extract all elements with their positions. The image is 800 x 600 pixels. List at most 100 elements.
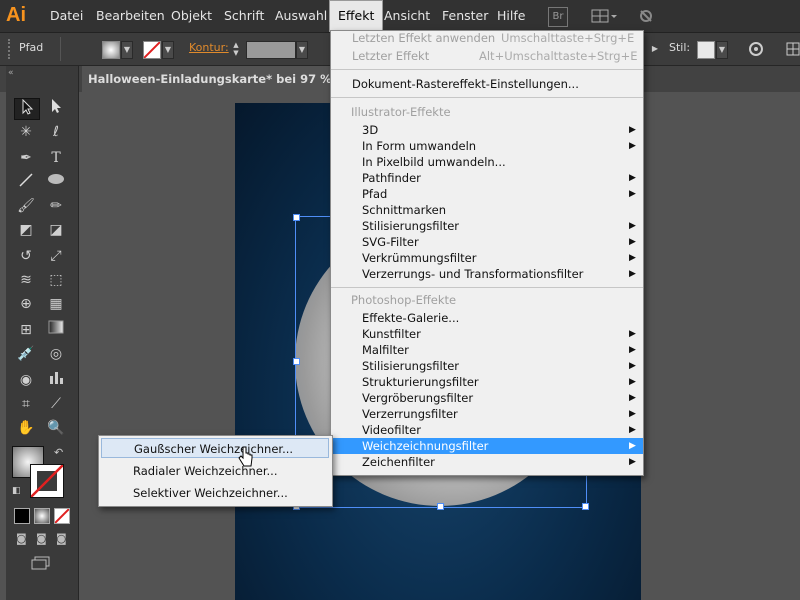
menu-item-stilisierungsfilter-ai[interactable]: Stilisierungsfilter ▶ — [331, 218, 643, 234]
chevron-right-icon[interactable]: ▶ — [650, 41, 660, 57]
magic-wand-tool-icon[interactable]: ✳ — [14, 122, 38, 142]
none-mode-icon[interactable] — [54, 508, 70, 524]
stroke-label[interactable]: Kontur: — [189, 41, 229, 54]
menu-item-label: Gaußscher Weichzeichner... — [134, 442, 294, 456]
eyedropper-tool-icon[interactable]: 💉 — [14, 344, 38, 364]
bridge-icon[interactable]: Br — [548, 7, 568, 27]
draw-normal-icon[interactable]: ◙ — [16, 532, 27, 545]
screen-mode-icon[interactable] — [30, 556, 52, 570]
menu-item-schnittmarken[interactable]: Schnittmarken — [331, 202, 643, 218]
menu-item-verzerrungsfilter[interactable]: Verzerrungsfilter ▶ — [331, 406, 643, 422]
menu-item-vergroeberungsfilter[interactable]: Vergröberungsfilter ▶ — [331, 390, 643, 406]
shape-builder-tool-icon[interactable]: ⊕ — [14, 294, 38, 314]
chevron-down-icon[interactable]: ▼ — [162, 41, 174, 59]
menu-hilfe[interactable]: Hilfe — [489, 0, 533, 32]
menu-item-in-form-umwandeln[interactable]: In Form umwandeln ▶ — [331, 138, 643, 154]
menu-datei[interactable]: Datei — [42, 0, 91, 32]
menu-item-verkruemmungsfilter[interactable]: Verkrümmungsfilter ▶ — [331, 250, 643, 266]
resize-handle[interactable] — [582, 503, 589, 510]
document-tab[interactable]: Halloween-Einladungskarte* bei 97 % (CMY… — [82, 66, 338, 92]
menu-item-pfad[interactable]: Pfad ▶ — [331, 186, 643, 202]
resize-handle[interactable] — [293, 214, 300, 221]
slice-tool-icon[interactable]: ⟋ — [44, 394, 68, 414]
grip-handle[interactable] — [8, 39, 14, 59]
menu-item-effekte-galerie[interactable]: Effekte-Galerie... — [331, 310, 643, 326]
hand-tool-icon[interactable]: ✋ — [14, 418, 38, 438]
menu-item-svg-filter[interactable]: SVG-Filter ▶ — [331, 234, 643, 250]
fill-swatch[interactable] — [102, 41, 120, 59]
paintbrush-tool-icon[interactable]: 🖌 — [14, 196, 38, 216]
column-graph-tool-icon[interactable] — [44, 370, 68, 390]
menu-item-strukturierungsfilter[interactable]: Strukturierungsfilter ▶ — [331, 374, 643, 390]
menu-item-gaussscher-weichzeichner[interactable]: Gaußscher Weichzeichner... — [101, 438, 329, 458]
zoom-tool-icon[interactable]: 🔍 — [44, 418, 68, 438]
menu-divider — [331, 97, 643, 98]
illustrator-effects-header: Illustrator-Effekte — [351, 105, 451, 119]
menu-item-radialer-weichzeichner[interactable]: Radialer Weichzeichner... — [101, 461, 329, 481]
type-tool-icon[interactable]: T — [44, 148, 68, 168]
menu-objekt[interactable]: Objekt — [163, 0, 220, 32]
mesh-tool-icon[interactable]: ⊞ — [14, 320, 38, 340]
chevron-right-icon: ▶ — [629, 237, 636, 247]
pencil-tool-icon[interactable]: ✏ — [44, 196, 68, 216]
swap-colors-icon[interactable]: ↶ — [54, 446, 63, 459]
stroke-swatch[interactable] — [143, 41, 161, 59]
gradient-tool-icon[interactable] — [44, 320, 68, 340]
chevron-down-icon[interactable]: ▼ — [121, 41, 133, 59]
lasso-tool-icon[interactable]: ℓ — [44, 122, 68, 142]
blend-tool-icon[interactable]: ◎ — [44, 344, 68, 364]
pen-tool-icon[interactable]: ✒ — [14, 148, 38, 168]
collapse-icon[interactable]: « — [8, 68, 14, 78]
stroke-color-swatch[interactable] — [30, 464, 64, 498]
menu-item-weichzeichnungsfilter[interactable]: Weichzeichnungsfilter ▶ — [331, 438, 643, 454]
selection-tool-icon[interactable] — [14, 98, 40, 120]
menu-item-videofilter[interactable]: Videofilter ▶ — [331, 422, 643, 438]
menu-item-3d[interactable]: 3D ▶ — [331, 122, 643, 138]
menu-item-label: Stilisierungsfilter — [362, 219, 460, 233]
resize-handle[interactable] — [437, 503, 444, 510]
menu-item-malfilter[interactable]: Malfilter ▶ — [331, 342, 643, 358]
chevron-down-icon[interactable]: ▼ — [296, 41, 308, 59]
default-colors-icon[interactable]: ◧ — [12, 486, 21, 496]
menu-item-selektiver-weichzeichner[interactable]: Selektiver Weichzeichner... — [101, 483, 329, 503]
recolor-icon[interactable] — [748, 41, 764, 57]
menu-item-pathfinder[interactable]: Pathfinder ▶ — [331, 170, 643, 186]
stroke-weight-input[interactable] — [246, 41, 296, 59]
menu-fenster[interactable]: Fenster — [434, 0, 496, 32]
draw-inside-icon[interactable]: ◙ — [56, 532, 67, 545]
symbol-sprayer-tool-icon[interactable]: ◉ — [14, 370, 38, 390]
arrange-documents-icon[interactable] — [590, 7, 618, 25]
stepper-icon[interactable]: ▲ ▼ — [230, 41, 242, 57]
chevron-right-icon: ▶ — [629, 329, 636, 339]
menu-item-in-pixelbild-umwandeln[interactable]: In Pixelbild umwandeln... — [331, 154, 643, 170]
grid-icon[interactable] — [786, 41, 800, 57]
menu-item-kunstfilter[interactable]: Kunstfilter ▶ — [331, 326, 643, 342]
artboard-tool-icon[interactable]: ⌗ — [14, 394, 38, 414]
rotate-tool-icon[interactable]: ↺ — [14, 246, 38, 266]
width-tool-icon[interactable]: ≋ — [14, 270, 38, 290]
sync-icon[interactable] — [636, 7, 656, 25]
free-transform-tool-icon[interactable]: ⬚ — [44, 270, 68, 290]
line-tool-icon[interactable] — [14, 172, 38, 192]
eraser-tool-icon[interactable]: ◪ — [44, 220, 68, 240]
menu-bearbeiten[interactable]: Bearbeiten — [88, 0, 173, 32]
resize-handle[interactable] — [293, 358, 300, 365]
perspective-grid-tool-icon[interactable]: ▦ — [44, 294, 68, 314]
menu-item-stilisierungsfilter-ps[interactable]: Stilisierungsfilter ▶ — [331, 358, 643, 374]
menu-item-raster-settings[interactable]: Dokument-Rastereffekt-Einstellungen... — [331, 76, 643, 92]
color-mode-icon[interactable] — [14, 508, 30, 524]
draw-behind-icon[interactable]: ◙ — [36, 532, 47, 545]
blob-brush-tool-icon[interactable]: ◩ — [14, 220, 38, 240]
menu-auswahl[interactable]: Auswahl — [267, 0, 335, 32]
scale-tool-icon[interactable]: ⤢ — [44, 246, 68, 266]
menu-item-zeichenfilter[interactable]: Zeichenfilter ▶ — [331, 454, 643, 470]
chevron-down-icon[interactable]: ▼ — [716, 41, 728, 59]
gradient-mode-icon[interactable] — [34, 508, 50, 524]
menu-ansicht[interactable]: Ansicht — [376, 0, 438, 32]
direct-selection-tool-icon[interactable] — [44, 98, 68, 118]
menu-item-verzerrungs-transformationsfilter[interactable]: Verzerrungs- und Transformationsfilter ▶ — [331, 266, 643, 282]
menu-schrift[interactable]: Schrift — [216, 0, 272, 32]
menu-divider — [331, 69, 643, 70]
style-swatch[interactable] — [697, 41, 715, 59]
ellipse-tool-icon[interactable] — [44, 172, 68, 192]
